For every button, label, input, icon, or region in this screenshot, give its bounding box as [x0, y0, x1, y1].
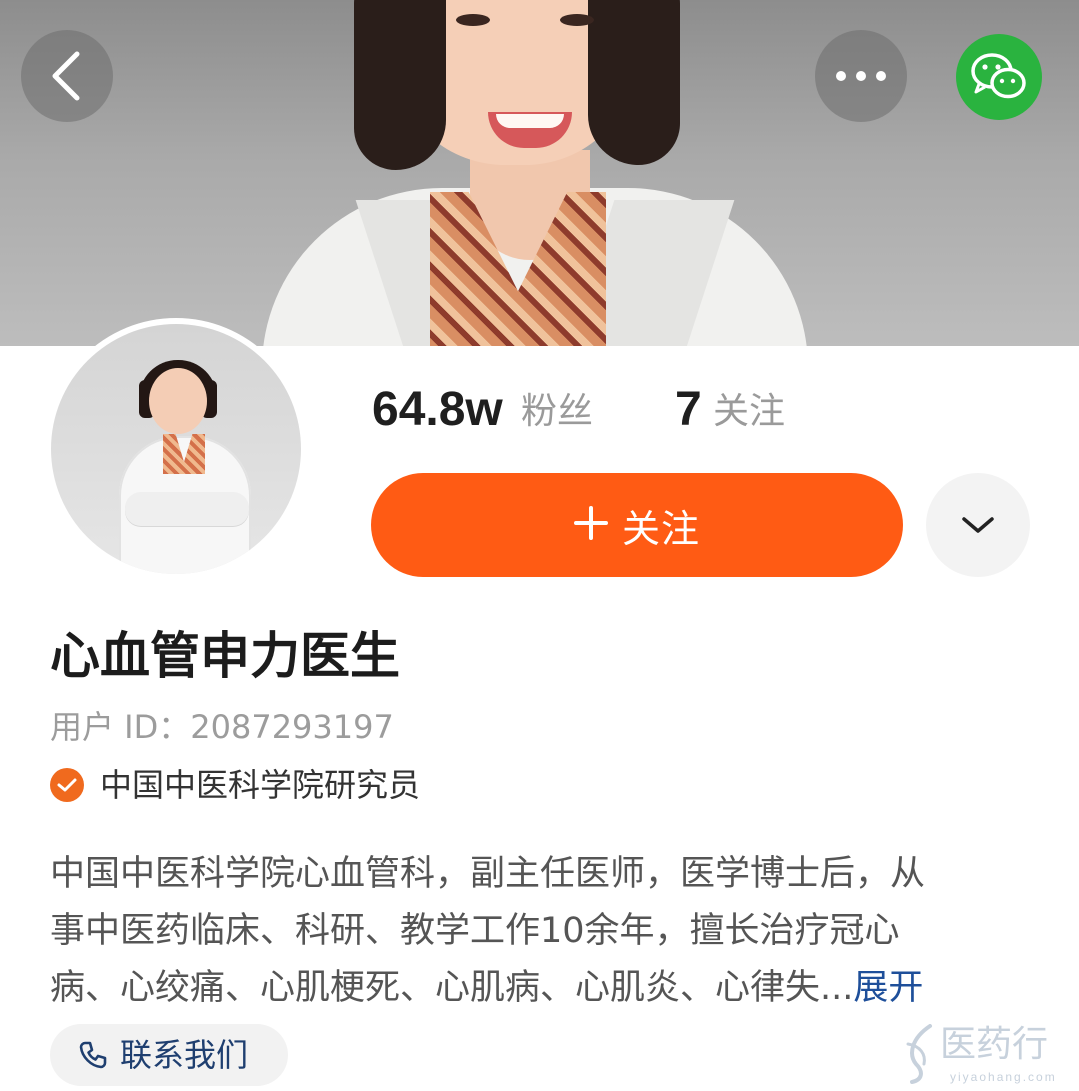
- expand-link[interactable]: 展开: [853, 968, 923, 1008]
- watermark-text: 医药行: [940, 1024, 1049, 1065]
- user-id[interactable]: 用户 ID：2087293197: [50, 706, 394, 748]
- follow-button[interactable]: 关注: [371, 473, 903, 577]
- follow-button-label: 关注: [621, 506, 700, 551]
- verified-check-icon: [50, 768, 84, 802]
- chevron-down-icon: [962, 517, 994, 533]
- more-button[interactable]: [815, 30, 907, 122]
- bio-line: 事中医药临床、科研、教学工作10余年，擅长治疗冠心: [50, 911, 900, 951]
- contact-us-label: 联系我们: [120, 1036, 249, 1074]
- wechat-icon: [971, 53, 1026, 99]
- profile-name: 心血管申力医生: [50, 627, 400, 685]
- bio-line-last: 病、心绞痛、心肌梗死、心肌病、心肌炎、心律失...展开: [50, 960, 1010, 1017]
- avatar-photo: [51, 324, 301, 574]
- watermark-subtext: yiyaohang.com: [950, 1070, 1057, 1084]
- profile-bio: 中国中医科学院心血管科，副主任医师，医学博士后，从 事中医药临床、科研、教学工作…: [50, 846, 1010, 1017]
- cover-photo: [0, 0, 1079, 346]
- back-button[interactable]: [21, 30, 113, 122]
- chevron-left-icon: [52, 51, 80, 101]
- wechat-share-button[interactable]: [956, 34, 1042, 120]
- following-count[interactable]: 7: [675, 382, 702, 438]
- verification-text: 中国中医科学院研究员: [100, 766, 421, 804]
- followers-label[interactable]: 粉丝: [521, 390, 593, 434]
- phone-icon: [79, 1041, 107, 1069]
- ellipsis-icon: [836, 71, 886, 81]
- followers-count[interactable]: 64.8w: [372, 382, 503, 438]
- recommend-dropdown-button[interactable]: [926, 473, 1030, 577]
- following-label[interactable]: 关注: [713, 390, 785, 434]
- verification-badge: 中国中医科学院研究员: [50, 764, 420, 806]
- watermark-leaf-icon: [906, 1024, 932, 1084]
- bio-line-text: 病、心绞痛、心肌梗死、心肌病、心肌炎、心律失...: [50, 968, 854, 1008]
- bio-line: 中国中医科学院心血管科，副主任医师，医学博士后，从: [50, 854, 926, 894]
- contact-us-button[interactable]: 联系我们: [50, 1024, 288, 1086]
- avatar[interactable]: [45, 318, 307, 580]
- watermark-logo: 医药行 yiyaohang.com: [900, 1022, 1070, 1088]
- plus-icon: [573, 500, 608, 551]
